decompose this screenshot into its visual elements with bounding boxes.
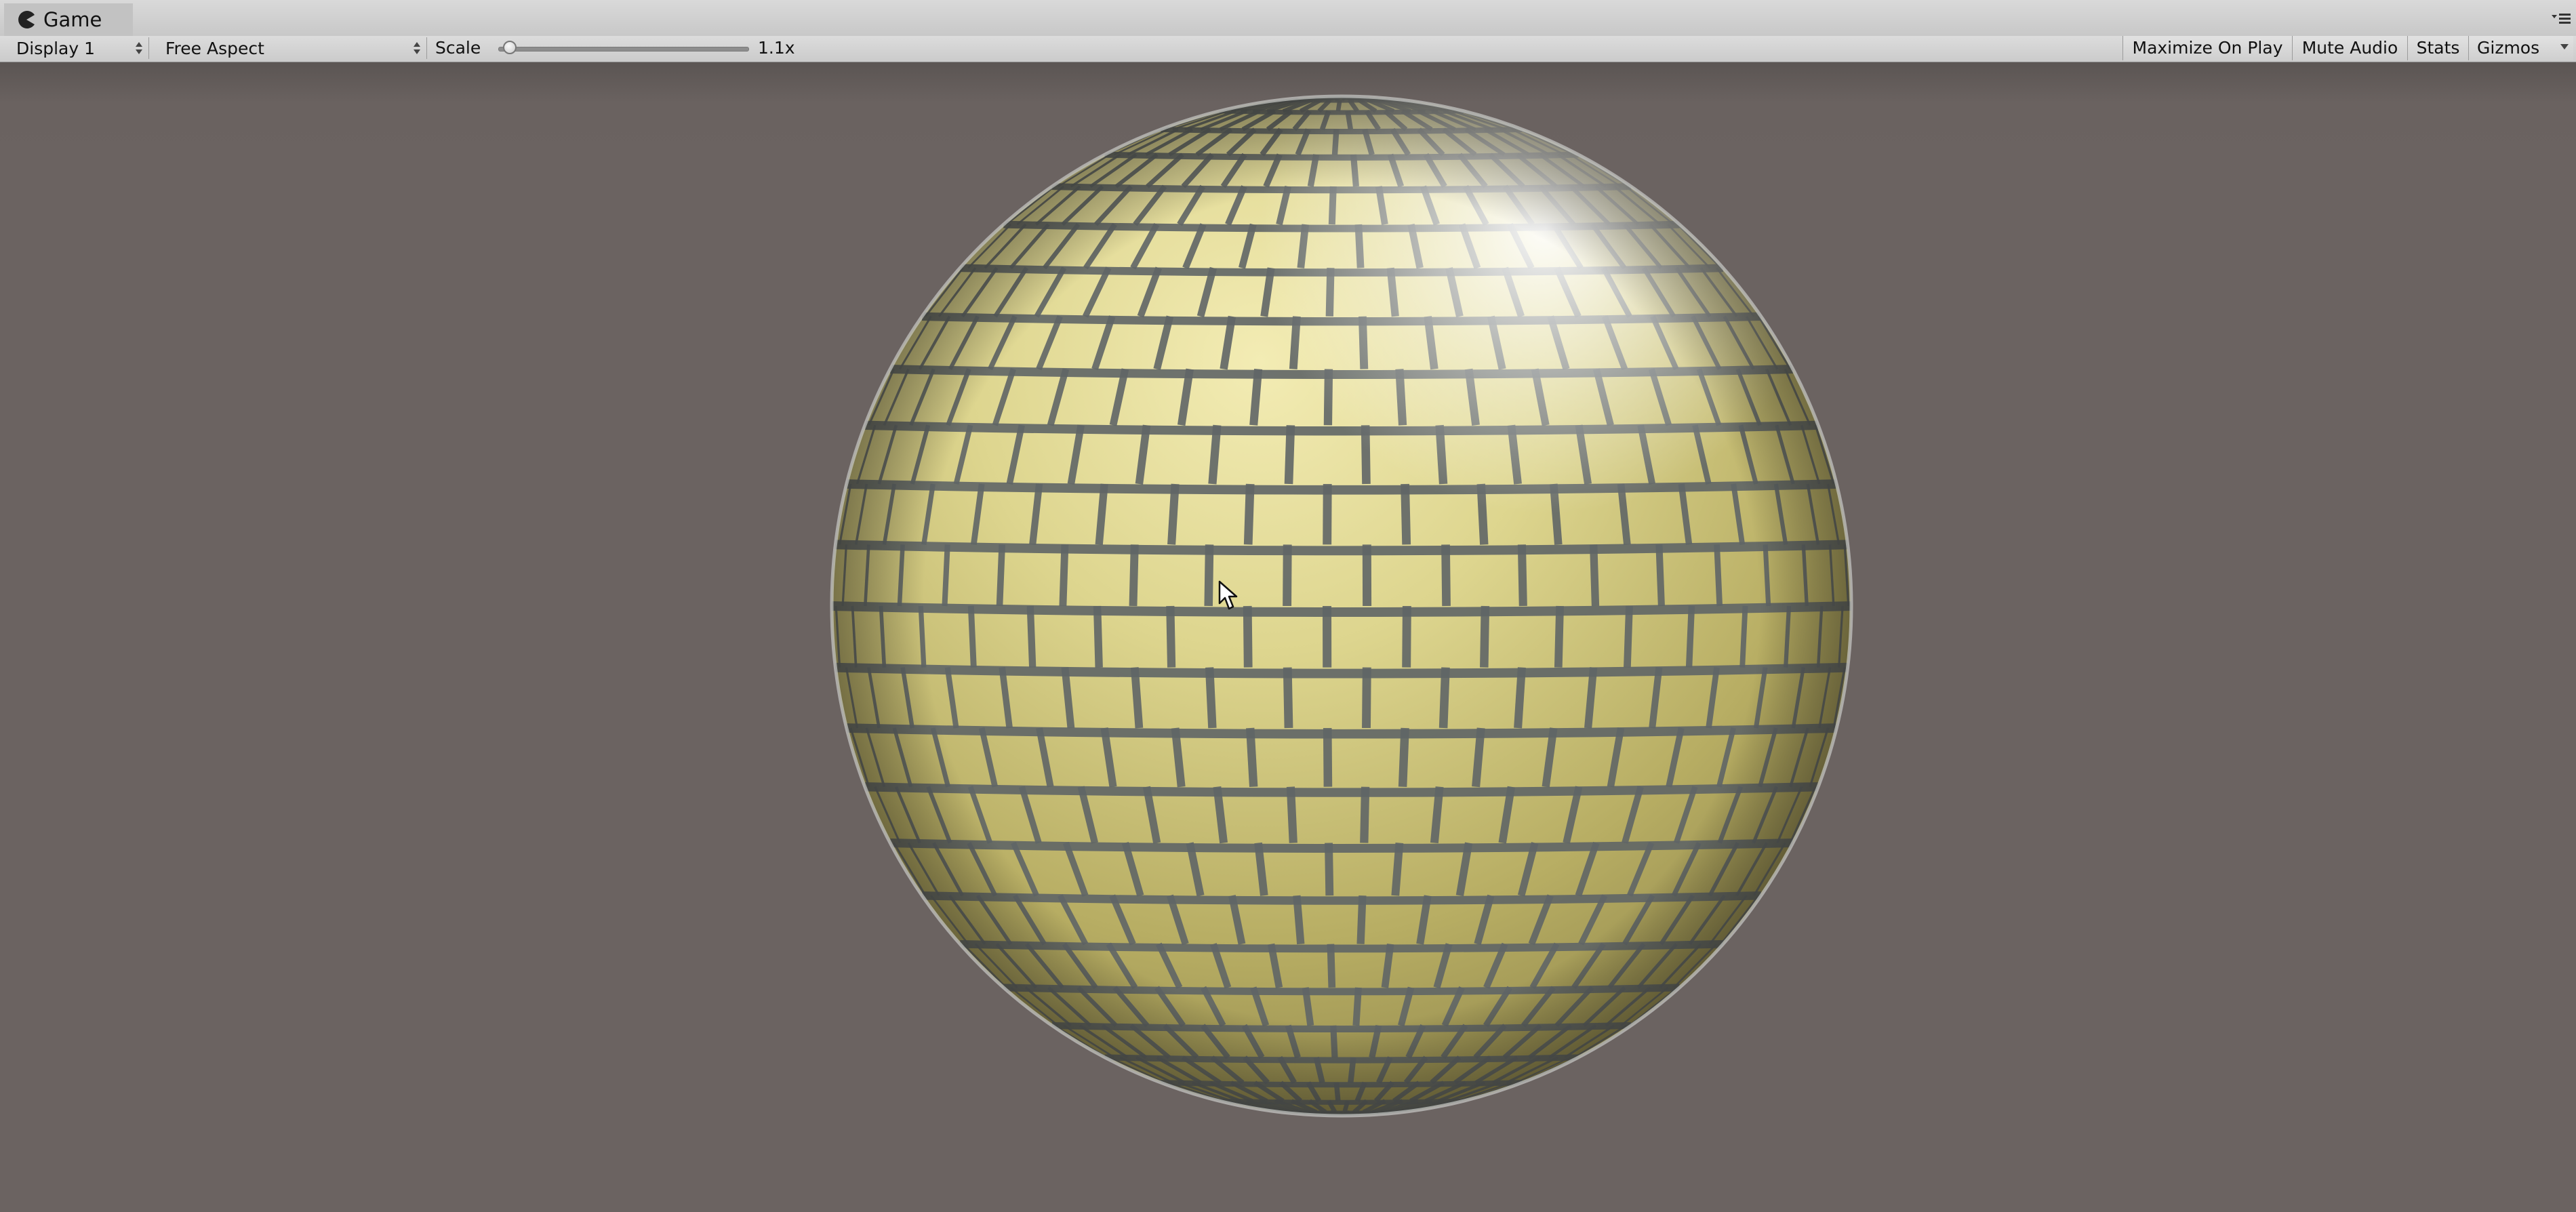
gizmos-label: Gizmos — [2477, 38, 2540, 58]
brick-sphere — [832, 96, 1851, 1116]
game-window: Game Display 1 Free Aspect Scale 1.1x Ma… — [0, 0, 2576, 1212]
scale-value: 1.1x — [758, 38, 795, 58]
gizmos-button[interactable]: Gizmos — [2468, 36, 2573, 60]
tab-title: Game — [43, 8, 102, 31]
scene-render — [830, 94, 1853, 1118]
aspect-select[interactable]: Free Aspect — [156, 37, 427, 59]
panel-menu-icon[interactable] — [2550, 9, 2572, 28]
display-select-value: Display 1 — [16, 38, 96, 58]
sphere-rim-shadow — [832, 96, 1851, 1116]
mouse-cursor-icon — [1218, 580, 1238, 610]
stats-button[interactable]: Stats — [2407, 36, 2468, 60]
chevron-down-icon[interactable] — [2560, 43, 2569, 50]
tab-game[interactable]: Game — [4, 3, 133, 36]
mute-audio-button[interactable]: Mute Audio — [2292, 36, 2407, 60]
maximize-on-play-button[interactable]: Maximize On Play — [2122, 36, 2292, 60]
pacman-icon — [18, 11, 35, 28]
select-arrows-icon — [136, 42, 142, 54]
scale-slider-handle[interactable] — [502, 41, 517, 54]
scale-slider-track[interactable] — [498, 47, 749, 52]
scale-label: Scale — [435, 38, 481, 58]
game-viewport[interactable] — [0, 62, 2576, 1212]
select-arrows-icon — [414, 42, 420, 54]
window-tab-bar: Game — [0, 0, 2576, 37]
aspect-select-value: Free Aspect — [165, 38, 264, 58]
game-toolbar: Display 1 Free Aspect Scale 1.1x Maximiz… — [0, 36, 2576, 62]
display-select[interactable]: Display 1 — [7, 37, 149, 59]
